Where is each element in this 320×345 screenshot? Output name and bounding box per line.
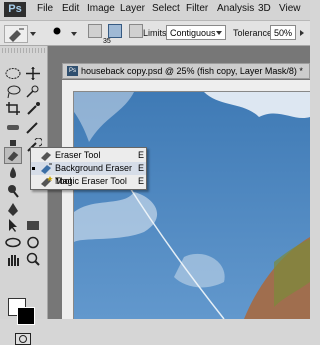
lasso-icon[interactable] <box>4 84 22 99</box>
document-icon: Ps <box>67 66 78 76</box>
document-tab[interactable]: Ps houseback copy.psd @ 25% (fish copy, L… <box>62 63 310 79</box>
menu-file[interactable]: File <box>37 3 53 14</box>
path-selection-icon[interactable] <box>4 218 22 233</box>
quick-mask-icon[interactable] <box>15 333 31 345</box>
rectangle-shape-icon[interactable] <box>24 218 42 233</box>
tolerance-label: Tolerance: <box>233 28 275 38</box>
sampling-options <box>88 24 145 43</box>
pen-icon[interactable] <box>4 202 22 217</box>
photoshop-logo: Ps <box>4 2 26 17</box>
vertical-ruler[interactable] <box>62 91 74 319</box>
options-bar: 35 Limits: Contiguous Tolerance: 50% <box>0 21 310 46</box>
limits-value: Contiguous <box>170 28 216 38</box>
dodge-icon[interactable] <box>4 183 22 198</box>
chevron-down-icon[interactable] <box>71 31 77 37</box>
document-title: houseback copy.psd @ 25% (fish copy, Lay… <box>81 66 303 76</box>
eraser-icon <box>7 151 19 162</box>
tolerance-value: 50% <box>274 28 293 38</box>
healing-brush-icon[interactable] <box>4 120 22 135</box>
flyout-label: Magic Eraser Tool <box>55 176 127 186</box>
brush-picker[interactable]: 35 <box>48 25 111 45</box>
flyout-item-background-eraser[interactable]: Background Eraser Tool E <box>31 162 146 186</box>
quick-select-icon[interactable] <box>24 84 42 99</box>
menu-filter[interactable]: Filter <box>186 3 208 14</box>
marquee-icon[interactable] <box>4 66 22 81</box>
3d-orbit-icon[interactable] <box>24 235 42 250</box>
flyout-label: Eraser Tool <box>55 150 101 160</box>
eyedropper-icon[interactable] <box>24 101 42 116</box>
background-eraser-icon <box>9 28 24 42</box>
sampling-swatch-icon[interactable] <box>128 24 143 38</box>
eraser-icon <box>41 152 51 161</box>
chevron-down-icon[interactable] <box>30 31 36 37</box>
flyout-item-magic-eraser[interactable]: Magic Eraser Tool E <box>31 175 146 188</box>
selected-bullet-icon <box>32 167 35 170</box>
chevron-right-icon[interactable] <box>299 30 305 36</box>
menu-layer[interactable]: Layer <box>120 3 145 14</box>
horizontal-ruler[interactable] <box>62 80 310 92</box>
flyout-shortcut: E <box>138 150 145 160</box>
menu-analysis[interactable]: Analysis <box>217 3 254 14</box>
panel-grip[interactable] <box>2 48 45 53</box>
document-canvas[interactable] <box>74 92 310 319</box>
flyout-item-eraser[interactable]: Eraser Tool E <box>31 149 146 162</box>
menu-bar: Ps File Edit Image Layer Select Filter A… <box>0 0 310 21</box>
menu-edit[interactable]: Edit <box>62 3 79 14</box>
menu-image[interactable]: Image <box>87 3 115 14</box>
chevron-down-icon <box>216 31 222 35</box>
background-color-swatch[interactable] <box>17 307 35 325</box>
menu-view[interactable]: View <box>279 3 301 14</box>
move-icon[interactable] <box>24 66 42 81</box>
eraser-tools-flyout: Eraser Tool E Background Eraser Tool E M… <box>30 147 147 190</box>
flyout-shortcut: E <box>138 163 145 173</box>
flyout-shortcut: E <box>138 176 145 186</box>
crop-icon[interactable] <box>4 101 22 116</box>
menu-3d[interactable]: 3D <box>258 3 271 14</box>
limits-select[interactable]: Contiguous <box>166 25 226 40</box>
magic-eraser-icon <box>41 176 53 187</box>
sampling-continuous-icon[interactable] <box>88 24 102 38</box>
brush-dot-icon <box>53 27 61 35</box>
tool-preset-picker[interactable] <box>4 25 28 43</box>
hand-icon[interactable] <box>4 252 22 267</box>
3d-rotate-icon[interactable] <box>4 235 22 250</box>
blur-icon[interactable] <box>4 165 22 180</box>
brush-icon[interactable] <box>24 120 42 135</box>
tolerance-field[interactable]: 50% <box>270 25 296 40</box>
eraser-tool-button[interactable] <box>4 147 22 164</box>
sampling-once-icon[interactable] <box>108 24 123 38</box>
zoom-icon[interactable] <box>24 252 42 267</box>
menu-select[interactable]: Select <box>152 3 180 14</box>
background-eraser-icon <box>41 163 52 174</box>
